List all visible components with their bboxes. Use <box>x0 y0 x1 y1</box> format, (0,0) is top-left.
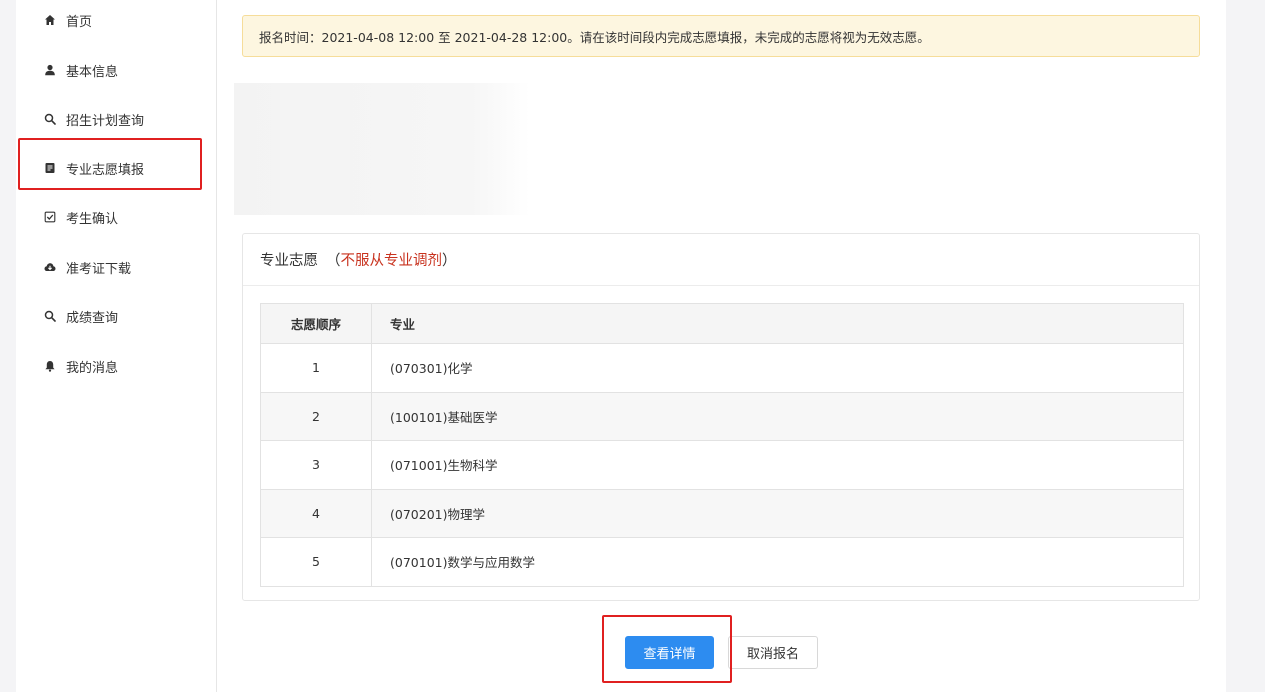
table-row: 4 (070201)物理学 <box>260 488 1184 538</box>
registration-time-notice: 报名时间：2021-04-08 12:00 至 2021-04-28 12:00… <box>242 15 1200 57</box>
row-major: (100101)基础医学 <box>371 391 1184 441</box>
sidebar-item-basic-info[interactable]: 基本信息 <box>16 52 217 88</box>
row-order: 4 <box>260 488 372 538</box>
sidebar-item-label: 准考证下载 <box>66 261 132 277</box>
panel-title: 专业志愿 <box>260 253 318 269</box>
paren-open: （ <box>326 253 341 269</box>
sidebar: 首页 基本信息 招生计划查询 专业志愿填报 考生确认 准考证下载 成绩查询 我的… <box>16 0 217 692</box>
home-icon <box>44 14 56 26</box>
sidebar-item-plan-query[interactable]: 招生计划查询 <box>16 101 217 137</box>
no-adjustment-note: 不服从专业调剂 <box>340 253 443 269</box>
view-details-button[interactable]: 查看详情 <box>625 636 714 669</box>
table-header-row: 志愿顺序 专业 <box>260 303 1184 344</box>
major-preference-panel: 专业志愿 （ 不服从专业调剂 ） 志愿顺序 专业 1 (070301)化学 2 … <box>242 233 1200 601</box>
notice-text: 报名时间：2021-04-08 12:00 至 2021-04-28 12:00… <box>259 29 930 45</box>
paren-close: ） <box>442 253 457 269</box>
table-row: 5 (070101)数学与应用数学 <box>260 537 1184 587</box>
form-icon <box>44 162 56 174</box>
sidebar-item-label: 专业志愿填报 <box>66 162 145 178</box>
check-square-icon <box>44 211 56 223</box>
sidebar-item-home[interactable]: 首页 <box>16 2 217 38</box>
row-major: (071001)生物科学 <box>371 440 1184 490</box>
table-row: 2 (100101)基础医学 <box>260 391 1184 441</box>
search-icon <box>44 310 56 322</box>
main-content: 报名时间：2021-04-08 12:00 至 2021-04-28 12:00… <box>218 0 1226 692</box>
sidebar-item-admission-ticket[interactable]: 准考证下载 <box>16 249 217 285</box>
preference-table: 志愿顺序 专业 1 (070301)化学 2 (100101)基础医学 3 (0… <box>260 303 1184 587</box>
row-order: 1 <box>260 343 372 393</box>
column-header-major: 专业 <box>371 303 1184 344</box>
sidebar-item-score-query[interactable]: 成绩查询 <box>16 298 217 334</box>
sidebar-item-label: 首页 <box>66 14 93 30</box>
sidebar-item-label: 考生确认 <box>66 211 119 227</box>
row-major: (070101)数学与应用数学 <box>371 537 1184 587</box>
sidebar-item-label: 成绩查询 <box>66 310 119 326</box>
table-row: 3 (071001)生物科学 <box>260 440 1184 490</box>
row-order: 3 <box>260 440 372 490</box>
sidebar-item-major-application[interactable]: 专业志愿填报 <box>16 150 217 186</box>
column-header-order: 志愿顺序 <box>260 303 372 344</box>
sidebar-item-messages[interactable]: 我的消息 <box>16 348 217 384</box>
page: 首页 基本信息 招生计划查询 专业志愿填报 考生确认 准考证下载 成绩查询 我的… <box>16 0 1226 692</box>
cancel-registration-button[interactable]: 取消报名 <box>728 636 818 669</box>
panel-header: 专业志愿 （ 不服从专业调剂 ） <box>243 234 1199 286</box>
sidebar-item-label: 基本信息 <box>66 64 119 80</box>
row-major: (070201)物理学 <box>371 488 1184 538</box>
search-icon <box>44 113 56 125</box>
sidebar-item-label: 招生计划查询 <box>66 113 145 129</box>
photo-placeholder <box>234 83 530 215</box>
row-order: 5 <box>260 537 372 587</box>
row-order: 2 <box>260 391 372 441</box>
table-row: 1 (070301)化学 <box>260 343 1184 393</box>
sidebar-item-label: 我的消息 <box>66 360 119 376</box>
sidebar-item-confirm[interactable]: 考生确认 <box>16 199 217 235</box>
cloud-download-icon <box>44 261 56 273</box>
row-major: (070301)化学 <box>371 343 1184 393</box>
user-icon <box>44 64 56 76</box>
bell-icon <box>44 360 56 372</box>
